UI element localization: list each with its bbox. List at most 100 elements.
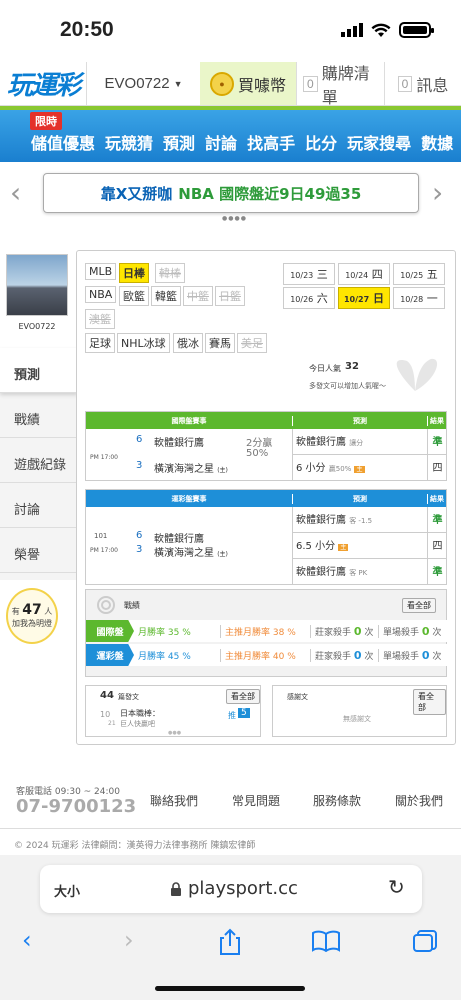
intl-away[interactable]: 橫濱海灣之星 (主) xyxy=(154,460,228,475)
status-bar: 20:50 xyxy=(0,0,461,60)
nav-item-data[interactable]: 數據 xyxy=(418,118,460,154)
footer-faq[interactable]: 常見問題 xyxy=(232,792,280,809)
sport-npb[interactable]: 日棒 xyxy=(119,263,149,283)
lot-away-name: 橫濱海灣之星 xyxy=(154,548,214,559)
site-logo[interactable]: 玩運彩 xyxy=(0,62,86,105)
lot-pred2-text: 6.5 小分 xyxy=(296,541,336,552)
main-nav: 限時 儲值優惠 玩競猜 預測 討論 找高手 比分 玩家搜尋 數據 xyxy=(0,106,461,162)
date-1025[interactable]: 10/25 五 xyxy=(393,263,445,285)
sport-japan-bball: 日籃 xyxy=(215,286,245,306)
record-all-button[interactable]: 看全部 xyxy=(402,598,436,613)
popularity-label: 今日人氣 xyxy=(309,364,341,373)
sport-korea-bball[interactable]: 韓籃 xyxy=(151,286,181,306)
forward-icon[interactable]: › xyxy=(124,926,134,954)
nav-item-player-search[interactable]: 玩家搜尋 xyxy=(344,118,418,154)
lot-pred-2: 6.5 小分 主 xyxy=(292,533,427,559)
weekday: 三 xyxy=(316,268,328,281)
record-tag-intl: 國際盤 xyxy=(86,620,134,642)
buy-coin-button[interactable]: ● 買噱幣 xyxy=(200,62,296,105)
side-item-predict[interactable]: 預測 xyxy=(0,348,78,393)
side-item-discuss[interactable]: 討論 xyxy=(0,483,76,528)
nav-item-experts[interactable]: 找高手 xyxy=(244,118,302,154)
month-label: 月勝率 xyxy=(138,627,166,638)
nav-item-predict[interactable]: 預測 xyxy=(160,118,202,154)
side-item-record[interactable]: 戰績 xyxy=(0,393,76,438)
posts-all-button[interactable]: 看全部 xyxy=(226,689,260,704)
messages-button[interactable]: 0 訊息 xyxy=(384,62,461,105)
nav-item-play[interactable]: 玩競猜 xyxy=(102,118,160,154)
intl-pred-2: 6 小分 贏50% 主 xyxy=(292,455,427,481)
bookmarks-icon[interactable] xyxy=(312,930,340,952)
caret-down-icon: ▼ xyxy=(173,78,183,89)
lot-res-3: 準 xyxy=(427,559,447,585)
posts-count: 44 xyxy=(100,690,114,701)
board-list-button[interactable]: 0 購牌清單 xyxy=(296,62,384,107)
intl-line: 2分贏 xyxy=(246,438,273,449)
side-item-game-log[interactable]: 遊戲紀錄 xyxy=(0,438,76,483)
sport-nhl[interactable]: NHL冰球 xyxy=(117,333,170,353)
single-unit: 次 xyxy=(432,627,442,638)
share-icon[interactable] xyxy=(218,928,242,956)
sport-khl[interactable]: 俄冰 xyxy=(173,333,203,353)
promo-text-a: 靠X又掰咖 xyxy=(100,184,173,203)
lottery-table: 運彩盤賽事 預測 結果 101 PM 17:00 6 軟體銀行鷹 3 橫濱海灣之星 … xyxy=(85,489,447,585)
post-sub: 巨人快贏吧 xyxy=(120,720,155,728)
date-1026[interactable]: 10/26 六 xyxy=(283,287,335,309)
phone-number[interactable]: 07-9700123 xyxy=(16,796,136,817)
reviews-all-button[interactable]: 看全部 xyxy=(413,689,446,715)
lock-icon xyxy=(171,882,181,896)
back-icon[interactable]: ‹ xyxy=(22,926,32,954)
footer-about[interactable]: 關於我們 xyxy=(395,792,443,809)
clock: 20:50 xyxy=(60,18,114,41)
url-text[interactable]: playsport.cc xyxy=(188,878,298,899)
sport-nba[interactable]: NBA xyxy=(85,286,117,303)
date-1024[interactable]: 10/24 四 xyxy=(338,263,390,285)
chevron-left-icon[interactable]: ‹ xyxy=(10,176,21,209)
fans-unit: 人 xyxy=(44,607,53,616)
nav-item-scores[interactable]: 比分 xyxy=(302,118,344,154)
intl-pred1-sub: 讓分 xyxy=(349,439,364,447)
text-size-button[interactable]: 大小 xyxy=(54,881,80,900)
chevron-right-icon[interactable]: › xyxy=(432,176,443,209)
popularity-hint: 多發文可以增加人氣喔～ xyxy=(309,382,386,390)
promo-link[interactable]: 靠X又掰咖 NBA 國際盤近9日49過35 xyxy=(43,173,419,213)
lot-away[interactable]: 橫濱海灣之星 (主) xyxy=(154,544,228,559)
fans-pre: 有 xyxy=(11,607,20,616)
username: EVO0722 xyxy=(104,75,170,92)
sport-horse[interactable]: 賽馬 xyxy=(205,333,235,353)
lot-h-res: 結果 xyxy=(427,493,446,504)
lot-away-tag: (主) xyxy=(217,551,228,558)
user-menu[interactable]: EVO0722 ▼ xyxy=(86,62,200,105)
reload-icon[interactable]: ↻ xyxy=(388,875,405,899)
record-row-intl: 國際盤 月勝率 35 % 主推月勝率 38 % 莊家殺手 0 次 單場殺手 0 … xyxy=(86,620,448,642)
fan-bulb[interactable]: 有 47 人加我為明燈 xyxy=(6,588,58,644)
lot-home-no: 6 xyxy=(136,530,143,541)
date-label: 10/23 xyxy=(290,271,314,280)
date-1023[interactable]: 10/23 三 xyxy=(283,263,335,285)
lot-pred-3: 軟體銀行鷹 客 PK xyxy=(292,559,427,585)
intl-home[interactable]: 軟體銀行鷹 xyxy=(154,434,204,449)
posts-label: 篇發文 xyxy=(118,693,139,701)
address-bar[interactable]: 大小 playsport.cc ↻ xyxy=(40,865,422,913)
post-title[interactable]: 日本職棒： xyxy=(120,708,160,719)
avatar[interactable] xyxy=(6,254,68,316)
lot-home[interactable]: 軟體銀行鷹 xyxy=(154,530,204,545)
post-tag: 推 xyxy=(228,711,236,720)
date-1027[interactable]: 10/27 日 xyxy=(338,287,390,309)
footer-contact[interactable]: 聯絡我們 xyxy=(150,792,198,809)
nav-item-discuss[interactable]: 討論 xyxy=(202,118,244,154)
butterfly-icon xyxy=(396,358,438,391)
sport-soccer[interactable]: 足球 xyxy=(85,333,115,353)
sport-euro-bball[interactable]: 歐籃 xyxy=(119,286,149,306)
footer-terms[interactable]: 服務條款 xyxy=(313,792,361,809)
side-item-honor[interactable]: 榮譽 xyxy=(0,528,76,573)
lot-h-game: 運彩盤賽事 xyxy=(171,494,207,503)
tabs-icon[interactable] xyxy=(412,929,438,953)
post-month: 10 xyxy=(100,710,111,719)
sport-mlb[interactable]: MLB xyxy=(85,263,117,280)
limited-badge: 限時 xyxy=(30,112,62,130)
date-1028[interactable]: 10/28 一 xyxy=(393,287,445,309)
promo-banner: ‹ 靠X又掰咖 NBA 國際盤近9日49過35 › ●●●● xyxy=(0,170,461,222)
carousel-dots: ●●●● xyxy=(222,215,247,222)
lot-time: PM 17:00 xyxy=(90,547,118,554)
